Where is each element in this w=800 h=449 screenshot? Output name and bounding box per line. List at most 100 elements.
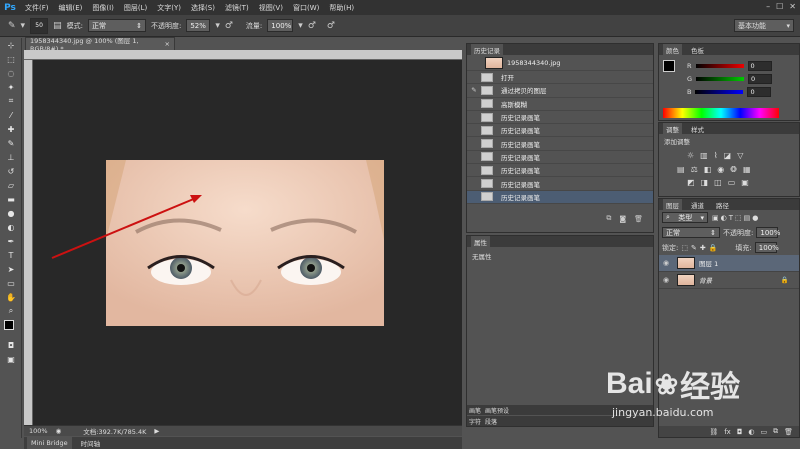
threshold-icon[interactable]: ◫ bbox=[714, 178, 722, 187]
pen-tool-icon[interactable]: ✒ bbox=[0, 234, 22, 248]
eraser-tool-icon[interactable]: ▱ bbox=[0, 178, 22, 192]
flow-input[interactable]: 100% bbox=[267, 19, 294, 32]
marquee-tool-icon[interactable]: ⬚ bbox=[0, 52, 22, 66]
tab-paths[interactable]: 路径 bbox=[713, 199, 732, 210]
channel-mixer-icon[interactable]: ❂ bbox=[730, 165, 737, 174]
exposure-icon[interactable]: ◪ bbox=[724, 151, 732, 160]
layer-row[interactable]: ◉ 背景 🔒 bbox=[659, 272, 799, 289]
selective-color-icon[interactable]: ▣ bbox=[741, 178, 749, 187]
tab-adjustments[interactable]: 调整 bbox=[663, 123, 682, 134]
history-item-selected[interactable]: 历史记录画笔 bbox=[467, 190, 653, 204]
tab-mini-bridge[interactable]: Mini Bridge bbox=[27, 437, 72, 449]
history-brush-source-icon[interactable]: ✎ bbox=[467, 86, 481, 94]
red-value[interactable]: 0 bbox=[747, 60, 772, 71]
zoom-tool-icon[interactable]: ⌕ bbox=[0, 304, 22, 318]
healing-brush-tool-icon[interactable]: ✚ bbox=[0, 122, 22, 136]
color-lookup-icon[interactable]: ▦ bbox=[743, 165, 751, 174]
clone-stamp-tool-icon[interactable]: ⊥ bbox=[0, 150, 22, 164]
history-item[interactable]: 历史记录画笔 bbox=[467, 137, 653, 151]
new-document-icon[interactable]: ⧉ bbox=[606, 214, 611, 223]
color-ramp[interactable] bbox=[663, 108, 779, 118]
crop-tool-icon[interactable]: ⌗ bbox=[0, 94, 22, 108]
tab-channels[interactable]: 通道 bbox=[688, 199, 707, 210]
tab-brush[interactable]: 画笔 bbox=[469, 406, 481, 415]
properties-title[interactable]: 属性 bbox=[471, 236, 490, 247]
pressure-opacity-icon[interactable]: ♂ bbox=[225, 21, 233, 31]
blur-tool-icon[interactable]: ● bbox=[0, 206, 22, 220]
tab-color[interactable]: 颜色 bbox=[663, 44, 682, 55]
pressure-size-icon[interactable]: ♂ bbox=[327, 21, 335, 31]
chevron-down-icon[interactable]: ▾ bbox=[215, 21, 220, 31]
menu-help[interactable]: 帮助(H) bbox=[324, 3, 359, 13]
history-item[interactable]: 历史记录画笔 bbox=[467, 177, 653, 191]
share-icon[interactable]: ◉ bbox=[56, 427, 62, 435]
fill-input[interactable]: 100% bbox=[754, 242, 779, 253]
tab-styles[interactable]: 样式 bbox=[688, 123, 707, 134]
blue-value[interactable]: 0 bbox=[747, 86, 772, 97]
close-icon[interactable]: × bbox=[165, 40, 170, 48]
dodge-tool-icon[interactable]: ◐ bbox=[0, 220, 22, 234]
chevron-down-icon[interactable]: ▾ bbox=[21, 21, 26, 31]
brush-size-picker[interactable]: 50 bbox=[30, 17, 49, 34]
color-swatches-icon[interactable] bbox=[0, 318, 22, 338]
brush-tool-icon[interactable]: ✎ bbox=[8, 21, 16, 31]
menu-layer[interactable]: 图层(L) bbox=[119, 3, 152, 13]
history-item[interactable]: 历史记录画笔 bbox=[467, 151, 653, 165]
type-tool-icon[interactable]: T bbox=[0, 248, 22, 262]
layer-row-selected[interactable]: ◉ 图层 1 bbox=[659, 255, 799, 272]
menu-type[interactable]: 文字(Y) bbox=[152, 3, 186, 13]
minimize-icon[interactable]: – bbox=[766, 2, 770, 11]
maximize-icon[interactable]: ☐ bbox=[776, 2, 783, 11]
gradient-tool-icon[interactable]: ▬ bbox=[0, 192, 22, 206]
brightness-icon[interactable]: ☼ bbox=[687, 151, 694, 160]
black-white-icon[interactable]: ◧ bbox=[704, 165, 712, 174]
airbrush-icon[interactable]: ♂ bbox=[308, 21, 316, 31]
history-item[interactable]: ✎ 通过拷贝的图层 bbox=[467, 84, 653, 98]
history-item[interactable]: 高斯模糊 bbox=[467, 98, 653, 111]
layer-opacity-input[interactable]: 100% bbox=[756, 227, 780, 238]
layer-kind-select[interactable]: ⌕ 类型 ▾ bbox=[662, 212, 708, 223]
eye-icon[interactable]: ◉ bbox=[659, 259, 673, 267]
menu-view[interactable]: 视图(V) bbox=[254, 3, 288, 13]
hue-saturation-icon[interactable]: ▤ bbox=[677, 165, 685, 174]
photo-filter-icon[interactable]: ◉ bbox=[717, 165, 724, 174]
history-item[interactable]: 历史记录画笔 bbox=[467, 124, 653, 138]
menu-window[interactable]: 窗口(W) bbox=[288, 3, 324, 13]
history-item[interactable]: 打开 bbox=[467, 71, 653, 85]
history-snapshot[interactable]: 1958344340.jpg bbox=[467, 55, 653, 71]
move-tool-icon[interactable]: ⊹ bbox=[0, 38, 22, 52]
tab-paragraph[interactable]: 段落 bbox=[485, 417, 497, 426]
trash-icon[interactable]: 🗑 bbox=[634, 215, 643, 223]
eye-icon[interactable]: ◉ bbox=[659, 276, 673, 284]
invert-icon[interactable]: ◩ bbox=[687, 178, 695, 187]
gradient-map-icon[interactable]: ▭ bbox=[728, 178, 736, 187]
tab-character[interactable]: 字符 bbox=[469, 417, 481, 426]
hand-tool-icon[interactable]: ✋ bbox=[0, 290, 22, 304]
document-tab[interactable]: 1958344340.jpg @ 100% (图层 1, RGB/8#) * × bbox=[25, 37, 175, 53]
menu-file[interactable]: 文件(F) bbox=[20, 3, 54, 13]
blend-mode-select[interactable]: 正常 ⇕ bbox=[662, 227, 720, 238]
history-title[interactable]: 历史记录 bbox=[471, 44, 503, 55]
menu-image[interactable]: 图像(I) bbox=[87, 3, 119, 13]
history-brush-tool-icon[interactable]: ↺ bbox=[0, 164, 22, 178]
green-value[interactable]: 0 bbox=[748, 73, 773, 84]
tab-swatches[interactable]: 色板 bbox=[688, 44, 707, 55]
opacity-input[interactable]: 52% bbox=[186, 19, 211, 32]
workspace-select[interactable]: 基本功能 ▾ bbox=[734, 19, 794, 32]
lock-icons[interactable]: ⬚✎✚🔒 bbox=[681, 244, 720, 252]
brush-tool-icon[interactable]: ✎ bbox=[0, 136, 22, 150]
chevron-right-icon[interactable]: ▶ bbox=[154, 427, 159, 435]
curves-icon[interactable]: ⌇ bbox=[714, 151, 718, 160]
mode-select[interactable]: 正常 ⇕ bbox=[87, 19, 146, 32]
vibrance-icon[interactable]: ▽ bbox=[737, 151, 743, 160]
menu-edit[interactable]: 编辑(E) bbox=[54, 3, 88, 13]
tab-brush-presets[interactable]: 画笔预设 bbox=[485, 406, 509, 415]
foreground-swatch[interactable] bbox=[663, 60, 675, 72]
path-select-tool-icon[interactable]: ➤ bbox=[0, 262, 22, 276]
lasso-tool-icon[interactable]: ◌ bbox=[0, 66, 22, 80]
levels-icon[interactable]: ▥ bbox=[700, 151, 708, 160]
close-icon[interactable]: ✕ bbox=[789, 2, 796, 11]
history-item[interactable]: 历史记录画笔 bbox=[467, 164, 653, 178]
green-slider[interactable]: G0 bbox=[659, 72, 799, 85]
red-slider[interactable]: R0 bbox=[659, 59, 799, 72]
